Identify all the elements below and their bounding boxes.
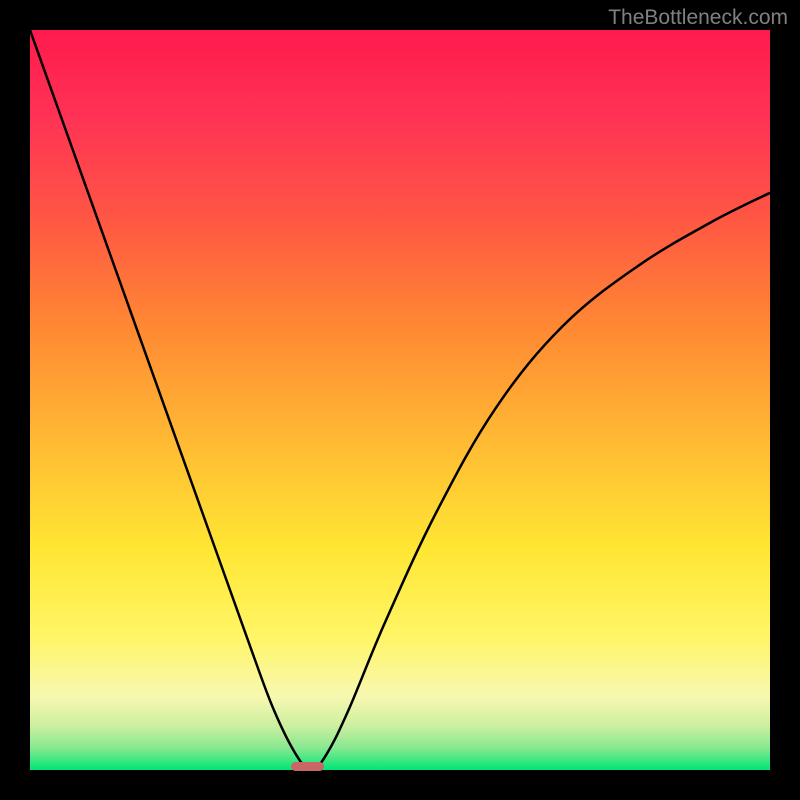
minimum-marker xyxy=(291,762,324,771)
bottleneck-curve xyxy=(30,30,770,770)
watermark-text: TheBottleneck.com xyxy=(608,6,788,30)
chart-container xyxy=(30,30,770,770)
